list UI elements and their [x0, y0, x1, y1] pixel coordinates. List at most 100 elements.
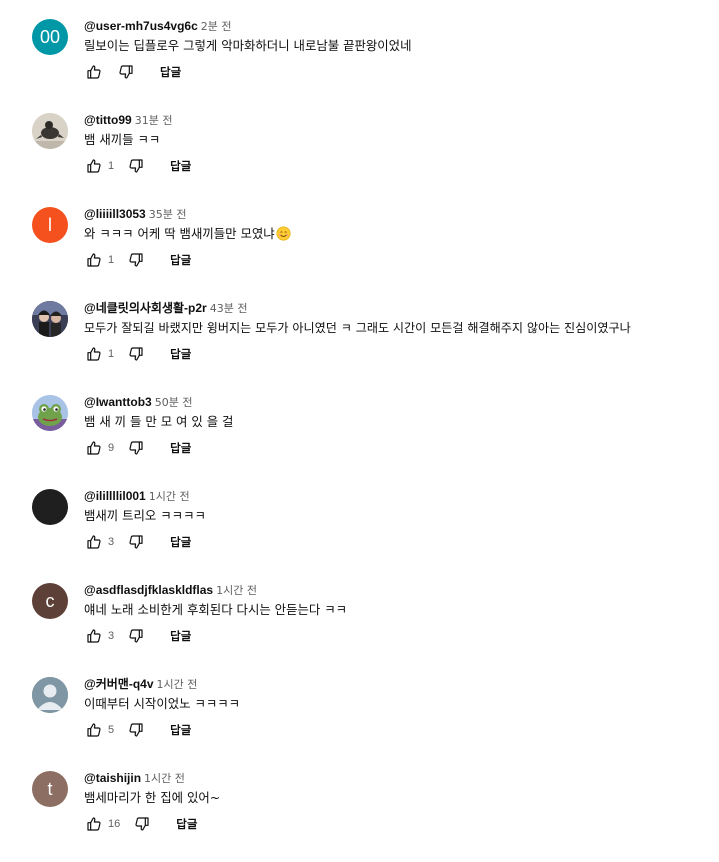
- thumbs-down-icon: [129, 441, 143, 455]
- reply-button[interactable]: 답글: [170, 252, 191, 268]
- avatar-initial: 00: [39, 26, 61, 47]
- reply-button[interactable]: 답글: [170, 440, 191, 456]
- comment-text: 얘네 노래 소비한게 후회된다 다시는 안듣는다 ㅋㅋ: [84, 602, 348, 617]
- comment-thread: @네클릿의사회생활-p2r 43분 전 모두가 잘되길 바랬지만 윙버지는 모두가…: [32, 298, 719, 392]
- like-count: 3: [108, 536, 115, 548]
- thumbs-down-icon: [129, 535, 143, 549]
- comment-thread: @ilillllil001 1시간 전 뱀새끼 트리오 ㅋㅋㅋㅋ 3 답글: [32, 486, 719, 580]
- dislike-button[interactable]: [126, 438, 146, 458]
- comment-author[interactable]: @taishijin: [84, 771, 141, 785]
- like-count: 1: [108, 160, 115, 172]
- comment-text: 뱀세마리가 한 집에 있어~: [84, 790, 221, 805]
- thumbs-down-icon: [129, 159, 143, 173]
- avatar[interactable]: [32, 395, 68, 431]
- like-button[interactable]: [84, 156, 104, 176]
- comment-actions: 16 답글: [84, 812, 197, 836]
- thumbs-up-icon: [87, 65, 101, 79]
- reply-button[interactable]: 답글: [170, 628, 191, 644]
- comment-actions: 9 답글: [84, 436, 191, 460]
- thumbs-up-icon: [87, 441, 101, 455]
- comment-thread: @Iwanttob3 50분 전 뱀 새 끼 들 만 모 여 있 을 걸 9 답글: [32, 392, 719, 486]
- comment-actions: 3 답글: [84, 624, 191, 648]
- two-people-photo-icon: [32, 301, 68, 337]
- avatar[interactable]: [32, 113, 68, 149]
- thumbs-up-icon: [87, 629, 101, 643]
- frog-cartoon-icon: [32, 395, 68, 431]
- avatar[interactable]: t: [32, 771, 68, 807]
- avatar[interactable]: [32, 677, 68, 713]
- comment-thread: t @taishijin 1시간 전 뱀세마리가 한 집에 있어~ 16 답글: [32, 768, 719, 862]
- like-button[interactable]: [84, 250, 104, 270]
- thumbs-down-icon: [119, 65, 133, 79]
- avatar[interactable]: c: [32, 583, 68, 619]
- avatar[interactable]: 00: [32, 19, 68, 55]
- thumbs-up-icon: [87, 159, 101, 173]
- comment-author[interactable]: @ilillllil001: [84, 489, 146, 503]
- reply-button[interactable]: 답글: [170, 722, 191, 738]
- comment-thread: @커버맨-q4v 1시간 전 이때부터 시작이었노 ㅋㅋㅋㅋ 5 답글: [32, 674, 719, 768]
- dislike-button[interactable]: [132, 814, 152, 834]
- dislike-button[interactable]: [126, 532, 146, 552]
- thumbs-up-icon: [87, 347, 101, 361]
- like-count: 16: [108, 818, 121, 830]
- thumbs-down-icon: [129, 347, 143, 361]
- comment-actions: 1 답글: [84, 248, 191, 272]
- thumbs-down-icon: [129, 253, 143, 267]
- comment-time[interactable]: 1시간 전: [216, 584, 257, 597]
- reply-button[interactable]: 답글: [170, 158, 191, 174]
- reply-button[interactable]: 답글: [160, 64, 181, 80]
- like-button[interactable]: [84, 438, 104, 458]
- comment-thread: 00 @user-mh7us4vg6c 2분 전 릴보이는 딥플로우 그렇게 악마…: [32, 16, 719, 110]
- avatar-initial: t: [47, 778, 53, 799]
- comment-time[interactable]: 1시간 전: [149, 490, 190, 503]
- like-button[interactable]: [84, 62, 104, 82]
- smiling-face-emoji: [276, 226, 291, 241]
- reply-button[interactable]: 답글: [176, 816, 197, 832]
- comment-actions: 1 답글: [84, 342, 191, 366]
- comment-time[interactable]: 50분 전: [155, 396, 193, 409]
- comment-header: @titto99 31분 전: [84, 110, 172, 130]
- avatar[interactable]: [32, 301, 68, 337]
- like-button[interactable]: [84, 344, 104, 364]
- dislike-button[interactable]: [126, 156, 146, 176]
- dislike-button[interactable]: [126, 344, 146, 364]
- thumbs-up-icon: [87, 723, 101, 737]
- comment-time[interactable]: 43분 전: [210, 302, 248, 315]
- comment-time[interactable]: 31분 전: [135, 114, 173, 127]
- comment-text: 이때부터 시작이었노 ㅋㅋㅋㅋ: [84, 696, 241, 711]
- avatar[interactable]: [32, 489, 68, 525]
- comment-header: @네클릿의사회생활-p2r 43분 전: [84, 298, 247, 318]
- dislike-button[interactable]: [126, 250, 146, 270]
- comment-author[interactable]: @커버맨-q4v: [84, 677, 154, 691]
- like-button[interactable]: [84, 720, 104, 740]
- reply-button[interactable]: 답글: [170, 346, 191, 362]
- like-button[interactable]: [84, 814, 104, 834]
- reply-button[interactable]: 답글: [170, 534, 191, 550]
- thumbs-up-icon: [87, 253, 101, 267]
- comment-author[interactable]: @네클릿의사회생활-p2r: [84, 301, 207, 315]
- comment-author[interactable]: @titto99: [84, 113, 132, 127]
- comment-time[interactable]: 1시간 전: [144, 772, 185, 785]
- comment-thread: c @asdflasdjfklaskldflas 1시간 전 얘네 노래 소비한게…: [32, 580, 719, 674]
- comment-time[interactable]: 1시간 전: [157, 678, 198, 691]
- thumbs-down-icon: [129, 629, 143, 643]
- comment-author[interactable]: @user-mh7us4vg6c: [84, 19, 198, 33]
- dislike-button[interactable]: [126, 720, 146, 740]
- like-button[interactable]: [84, 532, 104, 552]
- comment-time[interactable]: 35분 전: [149, 208, 187, 221]
- like-count: 5: [108, 724, 115, 736]
- avatar[interactable]: l: [32, 207, 68, 243]
- comment-text: 릴보이는 딥플로우 그렇게 악마화하더니 내로남불 끝판왕이었네: [84, 38, 412, 53]
- comment-author[interactable]: @Iwanttob3: [84, 395, 152, 409]
- thumbs-down-icon: [135, 817, 149, 831]
- thumbs-up-icon: [87, 817, 101, 831]
- dislike-button[interactable]: [126, 626, 146, 646]
- dislike-button[interactable]: [116, 62, 136, 82]
- comment-author[interactable]: @liiiill3053: [84, 207, 146, 221]
- comment-actions: 5 답글: [84, 718, 191, 742]
- like-count: 9: [108, 442, 115, 454]
- comment-thread: l @liiiill3053 35분 전 와 ㅋㅋㅋ 어케 딱 뱀새끼들만 모였냐…: [32, 204, 719, 298]
- comment-author[interactable]: @asdflasdjfklaskldflas: [84, 583, 213, 597]
- like-button[interactable]: [84, 626, 104, 646]
- comment-time[interactable]: 2분 전: [201, 20, 232, 33]
